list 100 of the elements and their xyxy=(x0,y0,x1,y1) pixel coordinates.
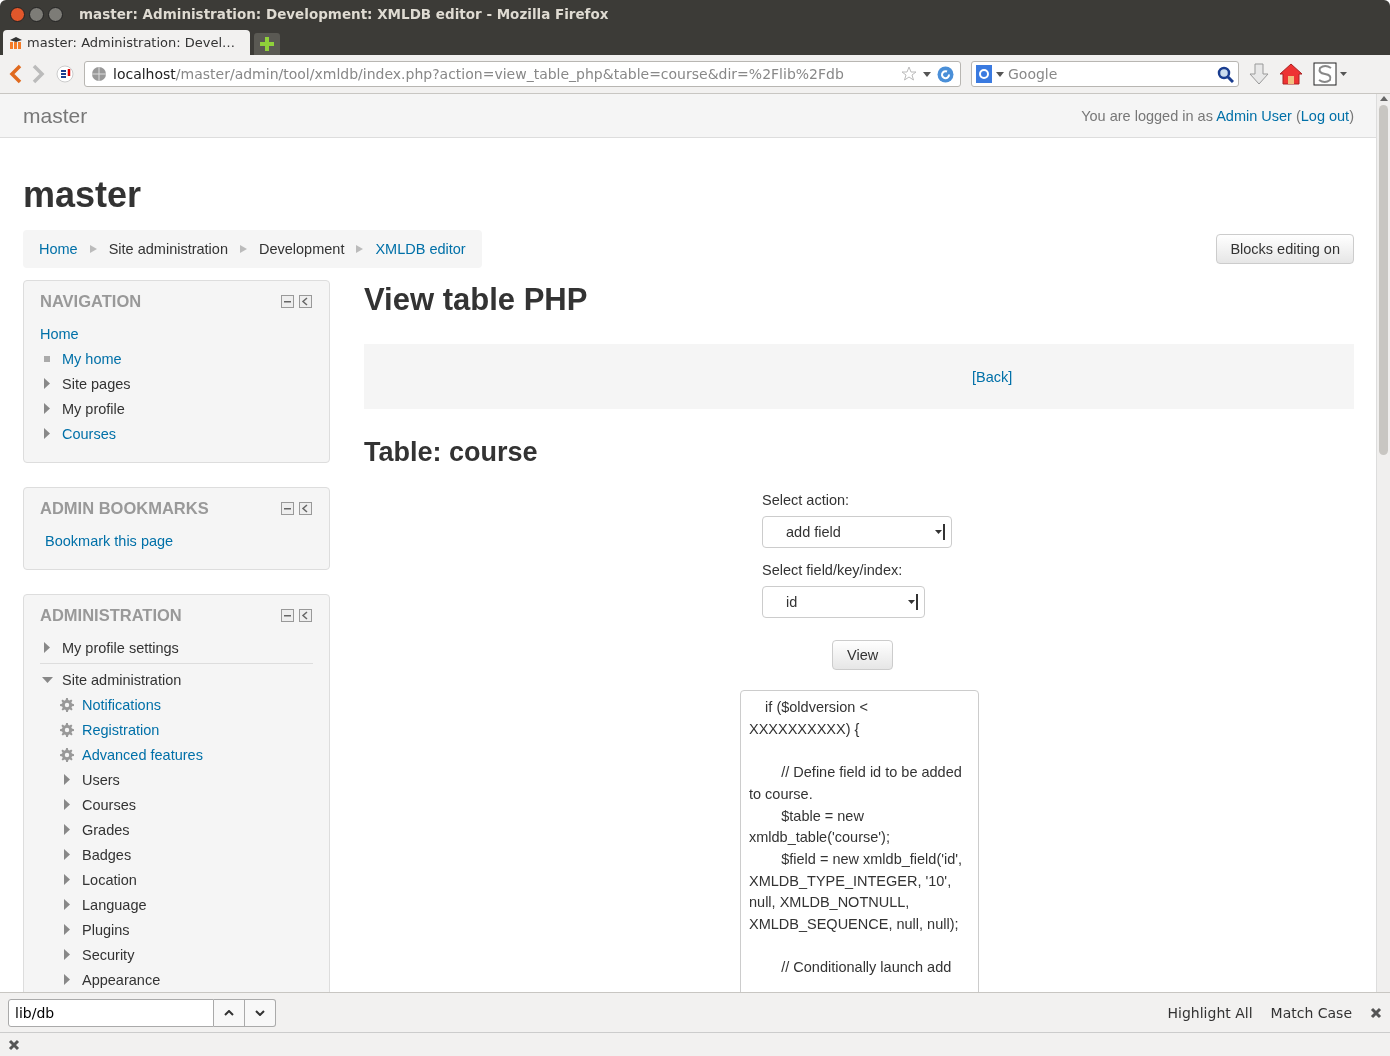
nav-item[interactable]: Courses xyxy=(82,796,136,813)
back-link[interactable]: [Back] xyxy=(972,368,1013,385)
collapsed-arrow-icon xyxy=(64,899,70,910)
addon-letter-icon[interactable] xyxy=(1313,62,1347,86)
close-icon[interactable] xyxy=(1370,1006,1382,1019)
nav-item[interactable]: Location xyxy=(82,871,137,888)
nav-link[interactable]: Advanced features xyxy=(82,746,203,763)
code-line: $table = new xyxy=(780,806,865,826)
window-title: master: Administration: Development: XMLDB editor - Mozilla Firefox xyxy=(79,6,609,22)
bullet-icon xyxy=(44,355,50,362)
nav-item[interactable]: My profile xyxy=(62,400,125,417)
breadcrumb-separator-icon xyxy=(239,245,247,253)
search-field[interactable]: Google xyxy=(971,61,1239,87)
dropdown-arrow-icon[interactable] xyxy=(923,71,931,77)
site-favicon-icon xyxy=(9,36,23,49)
addon-logo-icon[interactable] xyxy=(56,65,74,83)
nav-link[interactable]: Home xyxy=(40,325,79,342)
block-title: ADMINISTRATION xyxy=(40,606,182,625)
find-next-button[interactable] xyxy=(245,998,276,1027)
up-chevron-icon xyxy=(224,1009,234,1016)
minimize-window-button[interactable] xyxy=(29,6,44,22)
search-icon[interactable] xyxy=(1217,65,1234,83)
nav-item[interactable]: Grades xyxy=(82,821,130,838)
gear-icon xyxy=(60,746,74,763)
collapsed-arrow-icon xyxy=(64,849,70,860)
page-heading: master xyxy=(23,174,143,216)
nav-item[interactable]: Site administration xyxy=(62,671,182,688)
bookmark-link[interactable]: Bookmark this page xyxy=(45,532,174,549)
match-case-toggle[interactable]: Match Case xyxy=(1270,1004,1352,1021)
collapsed-arrow-icon xyxy=(64,949,70,960)
nav-item[interactable]: My profile settings xyxy=(62,639,179,656)
maximize-window-button[interactable] xyxy=(48,6,63,22)
code-line: to course. xyxy=(749,784,814,804)
nav-item[interactable]: Users xyxy=(82,771,120,788)
address-bar[interactable]: localhost/master/admin/tool/xmldb/index.php?action=view_table_php&table=course&dir=%2Flib%2Fdb xyxy=(84,61,961,87)
search-engine-icon[interactable] xyxy=(976,65,992,83)
logout-paren: ( xyxy=(1294,107,1301,124)
gear-icon xyxy=(60,721,74,738)
login-info-text: You are logged in as xyxy=(1081,107,1214,124)
scrollbar[interactable] xyxy=(1376,94,1390,992)
collapsed-arrow-icon xyxy=(64,874,70,885)
nav-item[interactable]: Plugins xyxy=(82,921,130,938)
block-controls-icon[interactable] xyxy=(281,609,313,622)
code-line: XMLDB_TYPE_INTEGER, '10', xyxy=(749,871,953,891)
site-name[interactable]: master xyxy=(23,103,88,128)
breadcrumb-item[interactable]: Development xyxy=(258,241,345,257)
block-controls-icon[interactable] xyxy=(281,295,313,308)
find-previous-button[interactable] xyxy=(214,998,245,1027)
user-link[interactable]: Admin User xyxy=(1216,107,1292,124)
blocks-editing-button[interactable]: Blocks editing on xyxy=(1216,234,1354,264)
nav-link[interactable]: Notifications xyxy=(82,696,161,713)
nav-item[interactable]: Language xyxy=(82,896,147,913)
code-line: null, XMLDB_NOTNULL, xyxy=(749,893,911,913)
nav-item[interactable]: Site pages xyxy=(62,375,131,392)
star-icon[interactable] xyxy=(901,66,917,82)
code-line: XXXXXXXXXX) { xyxy=(749,719,861,739)
collapsed-arrow-icon xyxy=(44,403,50,414)
highlight-all-toggle[interactable]: Highlight All xyxy=(1167,1004,1253,1021)
field-select[interactable]: id xyxy=(762,586,925,618)
code-line: xmldb_table('course'); xyxy=(749,828,891,848)
browser-tab[interactable]: master: Administration: Devel… xyxy=(3,30,250,55)
close-icon[interactable] xyxy=(8,1038,20,1051)
home-icon[interactable] xyxy=(1279,63,1303,85)
nav-item[interactable]: Appearance xyxy=(82,971,161,988)
nav-item[interactable]: Security xyxy=(82,946,135,963)
nav-link[interactable]: Courses xyxy=(62,425,116,442)
back-icon[interactable] xyxy=(8,64,22,84)
collapsed-arrow-icon xyxy=(44,378,50,389)
scroll-up-icon[interactable] xyxy=(1379,96,1388,101)
nav-item[interactable]: Badges xyxy=(82,846,132,863)
breadcrumb-separator-icon xyxy=(89,245,97,253)
down-chevron-icon xyxy=(255,1009,265,1016)
nav-link[interactable]: Registration xyxy=(82,721,160,738)
breadcrumb-link[interactable]: XMLDB editor xyxy=(375,241,466,257)
collapsed-arrow-icon xyxy=(64,799,70,810)
logout-link[interactable]: Log out xyxy=(1300,107,1350,124)
breadcrumb-link[interactable]: Home xyxy=(39,241,78,257)
dropdown-arrow-icon[interactable] xyxy=(996,71,1004,77)
field-label: Select field/key/index: xyxy=(762,562,903,578)
action-select[interactable]: add field xyxy=(762,516,952,548)
code-line: $field = new xmldb_field('id', xyxy=(780,849,964,869)
close-window-button[interactable] xyxy=(10,6,25,22)
breadcrumb-item[interactable]: Site administration xyxy=(108,241,228,257)
collapsed-arrow-icon xyxy=(64,924,70,935)
search-placeholder: Google xyxy=(1008,66,1058,82)
collapsed-arrow-icon xyxy=(64,774,70,785)
breadcrumb-separator-icon xyxy=(356,245,364,253)
url-text: localhost/master/admin/tool/xmldb/index.php?action=view_table_php&table=course&dir=%2Flib%2Fdb xyxy=(113,66,844,82)
block-controls-icon[interactable] xyxy=(281,502,313,515)
code-line: if ($oldversion < xyxy=(764,698,869,717)
view-button[interactable]: View xyxy=(832,640,894,670)
dropdown-caret-icon xyxy=(908,594,918,610)
collapsed-arrow-icon xyxy=(44,428,50,439)
find-field[interactable]: lib/db xyxy=(8,998,214,1027)
reload-icon[interactable] xyxy=(937,65,954,83)
table-heading: Table: course xyxy=(364,437,539,468)
nav-link[interactable]: My home xyxy=(62,350,122,367)
new-tab-button[interactable] xyxy=(254,33,280,55)
collapsed-arrow-icon xyxy=(64,824,70,835)
collapsed-arrow-icon xyxy=(44,642,50,653)
